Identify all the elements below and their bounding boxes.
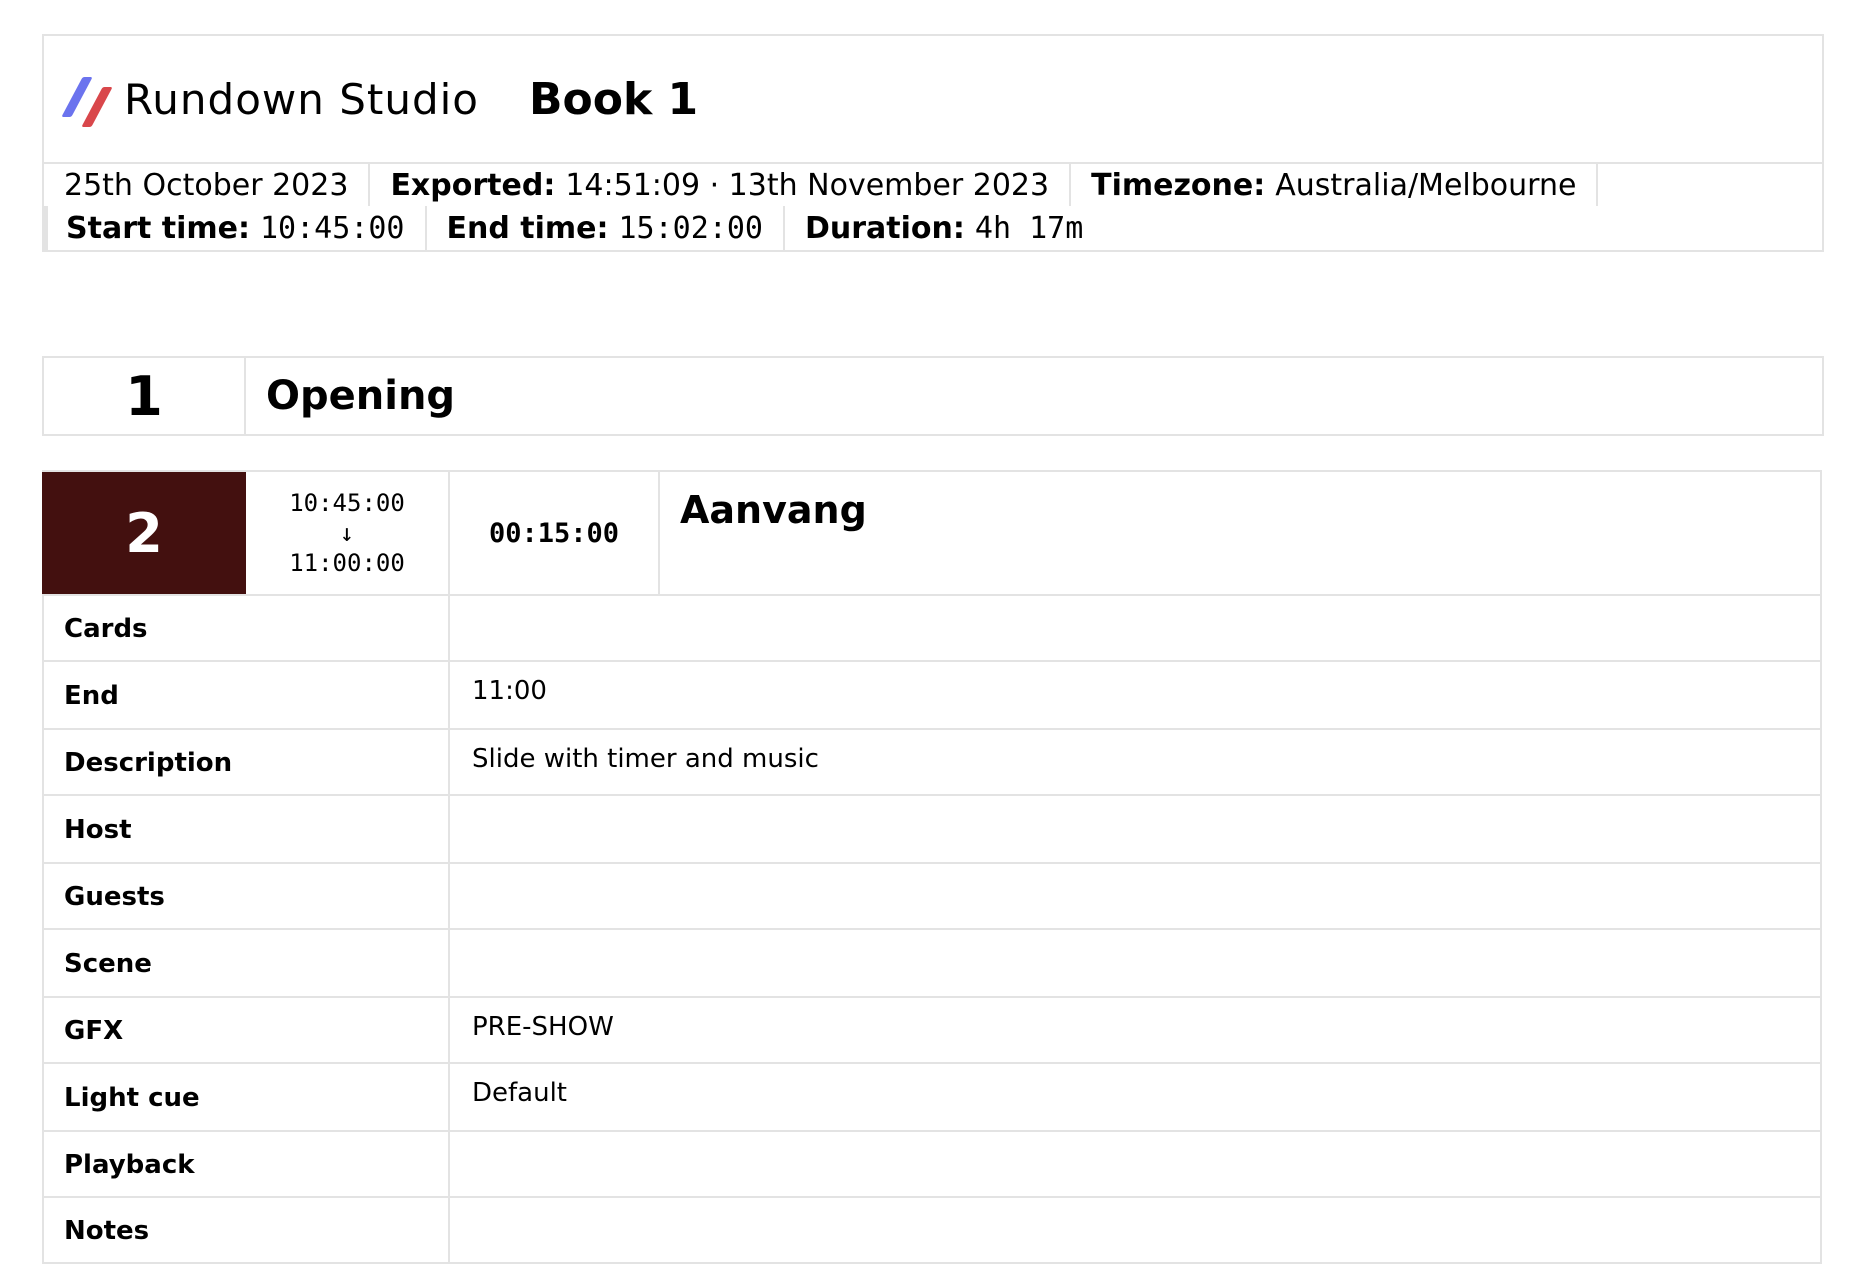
brand-name: Rundown Studio bbox=[124, 74, 479, 124]
field-label: Cards bbox=[44, 596, 450, 660]
field-label: Description bbox=[44, 730, 450, 794]
cue-duration: 00:15:00 bbox=[450, 472, 660, 594]
field-value bbox=[450, 1198, 1820, 1262]
cue-end-time: 11:00:00 bbox=[289, 549, 405, 577]
field-label: Scene bbox=[44, 930, 450, 996]
start-time-value: 10:45:00 bbox=[260, 210, 405, 246]
timezone-info: Timezone: Australia/Melbourne bbox=[1071, 164, 1599, 206]
cue-time-range: 10:45:00 ↓ 11:00:00 bbox=[246, 472, 450, 594]
segment-header: 1 Opening bbox=[42, 356, 1824, 436]
duration-label: Duration: bbox=[805, 210, 965, 246]
duration-info: Duration: 4h 17m bbox=[785, 206, 1103, 250]
timezone-label: Timezone: bbox=[1091, 167, 1266, 203]
book-title: Book 1 bbox=[528, 73, 699, 125]
exported-value: 14:51:09 · 13th November 2023 bbox=[565, 167, 1050, 203]
field-value bbox=[450, 596, 1820, 660]
cue-item-header: 2 10:45:00 ↓ 11:00:00 00:15:00 Aanvang bbox=[42, 472, 1820, 596]
field-value: PRE-SHOW bbox=[472, 1012, 614, 1042]
segment-title: Opening bbox=[266, 373, 456, 419]
field-value bbox=[450, 1132, 1820, 1196]
field-row-notes: Notes bbox=[42, 1198, 1820, 1262]
end-time-value: 15:02:00 bbox=[618, 210, 764, 246]
start-time-info: Start time: 10:45:00 bbox=[48, 206, 427, 250]
field-value: Slide with timer and music bbox=[472, 744, 819, 774]
field-row-end: End 11:00 bbox=[42, 662, 1820, 730]
meta-row-times: Start time: 10:45:00 End time: 15:02:00 … bbox=[44, 206, 1822, 250]
arrow-down-icon: ↓ bbox=[339, 519, 355, 547]
field-value: 11:00 bbox=[472, 676, 547, 706]
segment-number: 1 bbox=[44, 358, 246, 434]
field-label: Guests bbox=[44, 864, 450, 928]
start-time-label: Start time: bbox=[66, 210, 250, 246]
field-label: Host bbox=[44, 796, 450, 862]
exported-label: Exported: bbox=[390, 167, 556, 203]
field-label: Light cue bbox=[44, 1064, 450, 1130]
end-time-label: End time: bbox=[446, 210, 609, 246]
cue-number: 2 bbox=[42, 472, 246, 594]
exported-info: Exported: 14:51:09 · 13th November 2023 bbox=[370, 164, 1072, 206]
rundown-date: 25th October 2023 bbox=[44, 164, 371, 206]
rundown-export-page: Rundown Studio Book 1 25th October 2023 … bbox=[42, 34, 1824, 1264]
field-value bbox=[450, 864, 1820, 928]
field-value: Default bbox=[472, 1078, 567, 1108]
end-time-info: End time: 15:02:00 bbox=[427, 206, 785, 250]
cue-item: 2 10:45:00 ↓ 11:00:00 00:15:00 Aanvang C… bbox=[42, 470, 1822, 1264]
field-label: GFX bbox=[44, 998, 450, 1062]
field-label: Notes bbox=[44, 1198, 450, 1262]
cue-title: Aanvang bbox=[680, 488, 867, 532]
document-header: Rundown Studio Book 1 25th October 2023 … bbox=[42, 34, 1824, 252]
field-label: End bbox=[44, 662, 450, 728]
rundown-studio-logo-icon bbox=[61, 75, 114, 127]
field-value bbox=[450, 930, 1820, 996]
field-row-cards: Cards bbox=[42, 596, 1820, 662]
meta-row-export: 25th October 2023 Exported: 14:51:09 · 1… bbox=[44, 164, 1822, 206]
cue-start-time: 10:45:00 bbox=[289, 489, 405, 517]
field-row-description: Description Slide with timer and music bbox=[42, 730, 1820, 796]
field-row-scene: Scene bbox=[42, 930, 1820, 998]
field-row-host: Host bbox=[42, 796, 1820, 864]
field-row-gfx: GFX PRE-SHOW bbox=[42, 998, 1820, 1064]
duration-value: 4h 17m bbox=[974, 210, 1084, 246]
timezone-value: Australia/Melbourne bbox=[1275, 167, 1577, 203]
field-row-light-cue: Light cue Default bbox=[42, 1064, 1820, 1132]
field-label: Playback bbox=[44, 1132, 450, 1196]
header-title-bar: Rundown Studio Book 1 bbox=[44, 36, 1822, 164]
field-row-guests: Guests bbox=[42, 864, 1820, 930]
field-value bbox=[450, 796, 1820, 862]
field-row-playback: Playback bbox=[42, 1132, 1820, 1198]
